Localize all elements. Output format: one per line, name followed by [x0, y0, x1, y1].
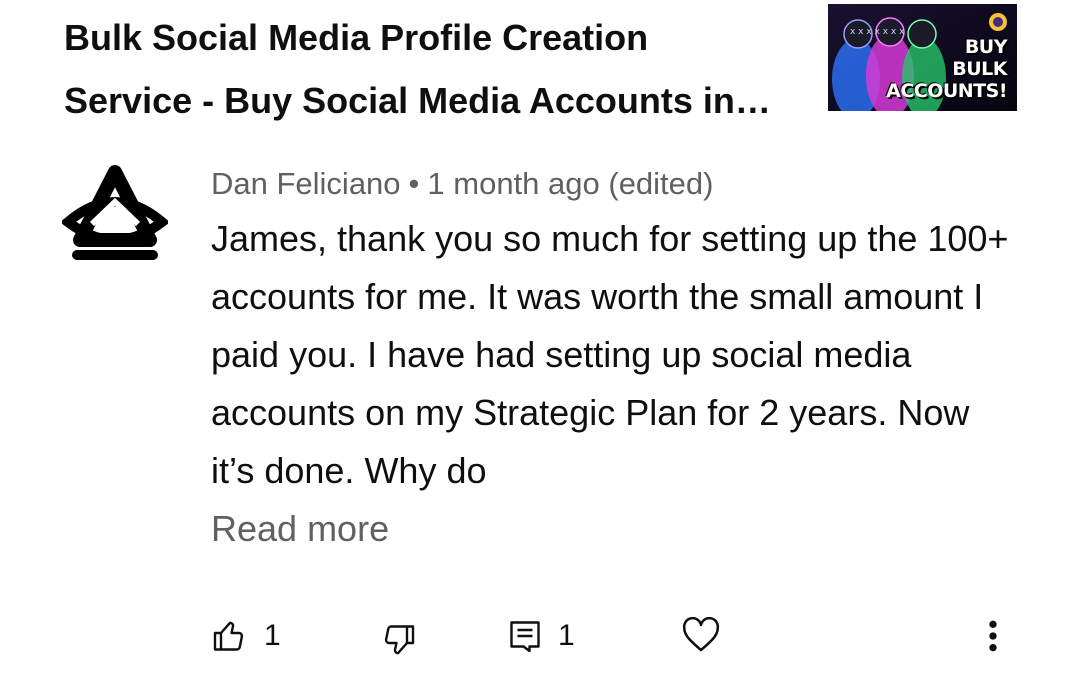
reply-icon: [510, 621, 540, 653]
meta-separator: •: [408, 166, 420, 201]
thumbs-up-icon: [213, 621, 244, 651]
thumbnail-caption-line: BUY: [964, 36, 1008, 58]
comment-actions: 1 1: [0, 606, 1079, 666]
heart-button[interactable]: [681, 616, 721, 654]
reply-button[interactable]: 1: [508, 616, 575, 656]
comment-time: 1 month ago (edited): [427, 166, 714, 201]
more-actions-button[interactable]: [978, 616, 1008, 656]
video-thumbnail[interactable]: x x x x x x x BUY BULK ACCOUNTS!: [828, 4, 1017, 111]
comment-meta: Dan Feliciano • 1 month ago (edited): [211, 164, 713, 204]
more-vert-icon: [989, 620, 997, 652]
heart-icon: [682, 616, 720, 652]
avatar-logo-icon: [60, 162, 170, 268]
thumbs-down-icon: [384, 625, 415, 655]
like-count: 1: [264, 619, 281, 652]
comment-text: James, thank you so much for setting up …: [211, 218, 1009, 491]
dislike-button[interactable]: [380, 622, 416, 658]
thumbnail-caption: BUY BULK ACCOUNTS!: [886, 36, 1007, 102]
avatar[interactable]: [60, 162, 170, 268]
video-title[interactable]: Bulk Social Media Profile Creation Servi…: [64, 6, 784, 132]
read-more-link[interactable]: Read more: [211, 500, 389, 558]
comment-author[interactable]: Dan Feliciano: [211, 166, 401, 201]
reply-count: 1: [558, 619, 575, 652]
like-button[interactable]: 1: [212, 616, 281, 656]
thumbnail-caption-line: BULK: [952, 58, 1007, 80]
thumbnail-caption-line: ACCOUNTS!: [886, 80, 1007, 102]
